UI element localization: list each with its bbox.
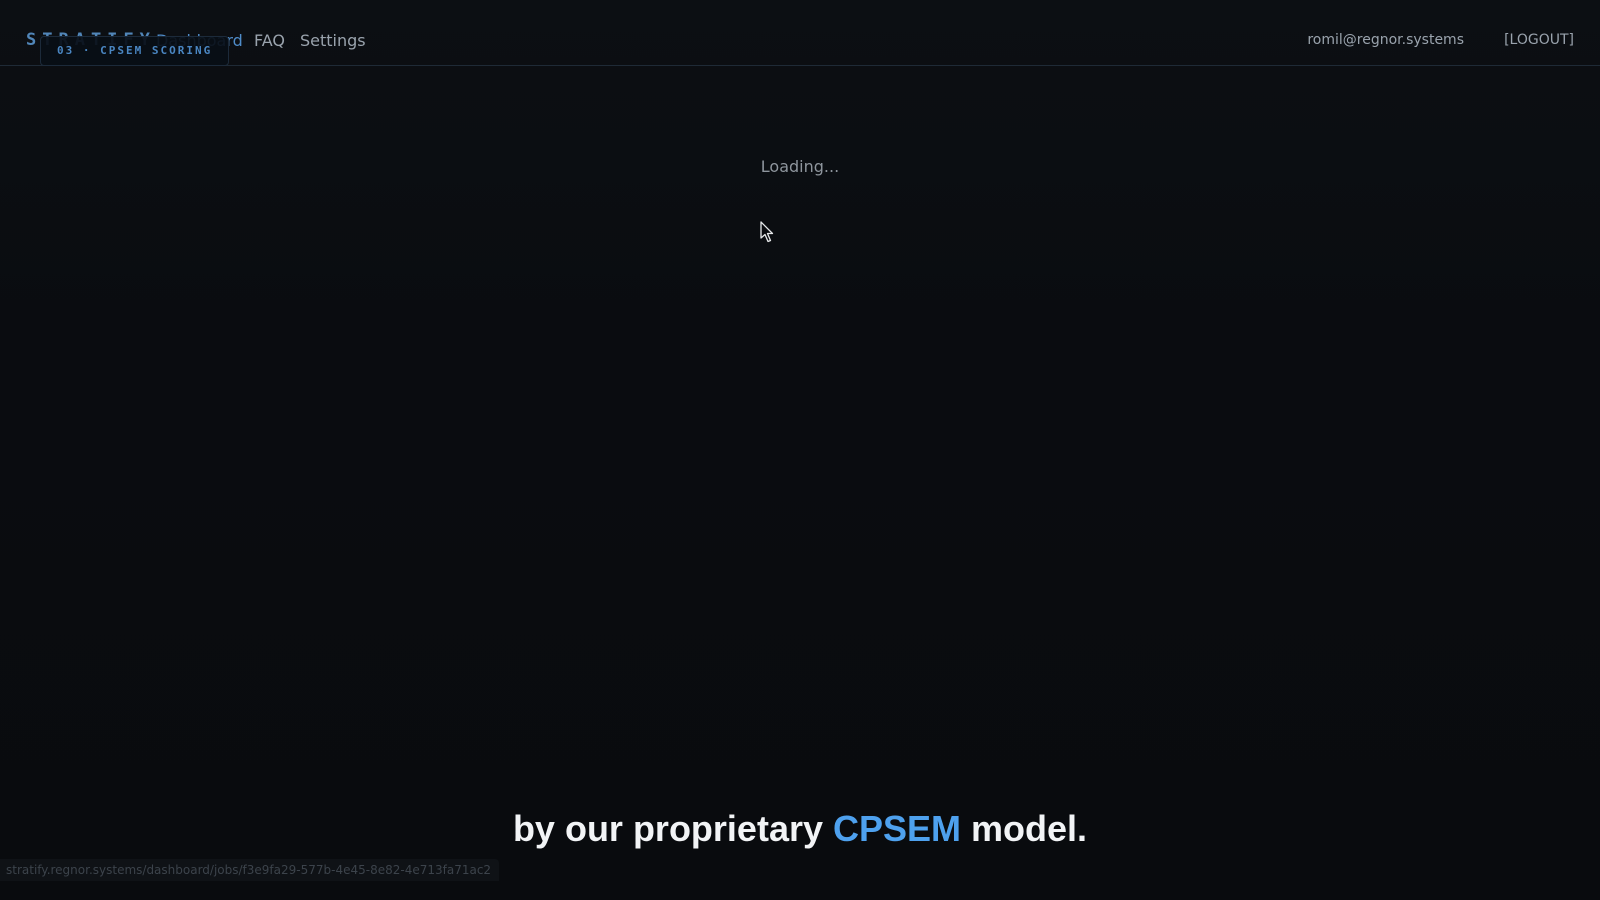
nav-link-settings[interactable]: Settings (300, 31, 366, 50)
mouse-cursor-icon (760, 221, 774, 243)
status-bar-url: stratify.regnor.systems/dashboard/jobs/f… (0, 859, 500, 881)
video-caption: by our proprietary CPSEM model. (0, 808, 1600, 850)
user-email: romil@regnor.systems (1307, 32, 1464, 48)
nav-link-faq[interactable]: FAQ (254, 31, 285, 50)
top-nav-bar: STRATIFY Dashboard FAQ Settings 03 · CPS… (0, 0, 1600, 66)
app-window: STRATIFY Dashboard FAQ Settings 03 · CPS… (0, 0, 1600, 900)
caption-text-before: by our proprietary (512, 808, 833, 849)
caption-highlight: CPSEM (833, 808, 962, 849)
logout-link[interactable]: [LOGOUT] (1504, 32, 1574, 48)
caption-text-after: model. (961, 808, 1088, 849)
loading-indicator: Loading... (760, 157, 840, 176)
step-badge: 03 · CPSEM SCORING (40, 36, 230, 66)
